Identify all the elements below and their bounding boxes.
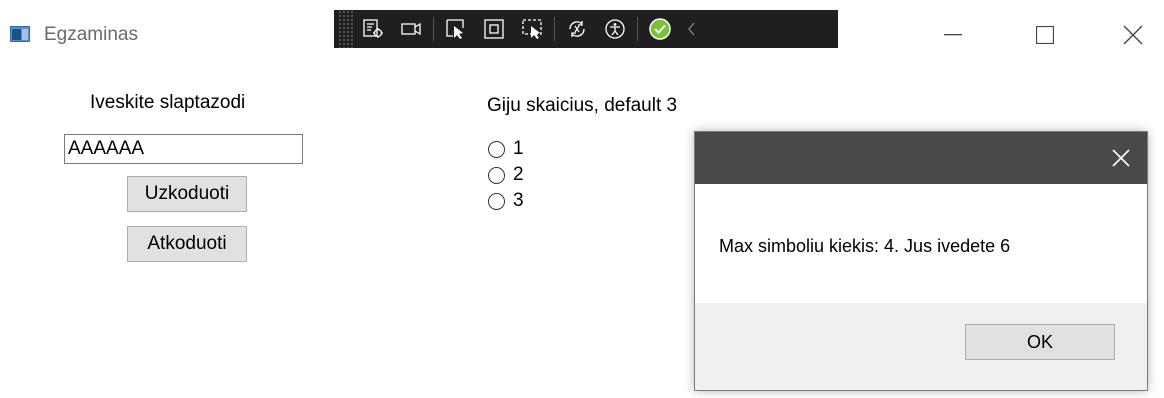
toolbar-separator — [554, 17, 555, 41]
ok-button[interactable]: OK — [965, 324, 1115, 360]
radio-button[interactable] — [488, 192, 505, 210]
video-camera-icon — [401, 22, 421, 36]
radio-option-2[interactable]: 2 — [488, 164, 524, 186]
status-check-button[interactable] — [641, 10, 679, 48]
decode-button[interactable]: Atkoduoti — [127, 226, 247, 262]
close-icon — [1123, 25, 1143, 45]
select-element-button[interactable] — [437, 10, 475, 48]
display-layout-adorners-button[interactable] — [475, 10, 513, 48]
radio-option-3[interactable]: 3 — [488, 190, 524, 212]
radio-label: 2 — [513, 164, 524, 185]
minimize-icon — [944, 34, 962, 36]
hot-reload-icon — [569, 21, 585, 37]
dialog-close-button[interactable] — [1095, 132, 1147, 184]
maximize-button[interactable] — [1022, 18, 1068, 52]
track-focus-icon — [522, 19, 542, 39]
toolbar-grip-handle[interactable] — [338, 10, 354, 48]
select-element-icon — [446, 19, 464, 39]
radio-button[interactable] — [488, 140, 505, 158]
radio-label: 3 — [513, 190, 524, 211]
encode-button[interactable]: Uzkoduoti — [127, 176, 247, 212]
message-box-dialog: Max simboliu kiekis: 4. Jus ivedete 6 OK — [695, 132, 1147, 390]
password-input[interactable] — [64, 134, 303, 164]
radio-label: 1 — [513, 138, 524, 159]
close-icon — [1112, 149, 1130, 167]
radio-button[interactable] — [488, 166, 505, 184]
accessibility-icon — [605, 19, 625, 39]
minimize-button[interactable] — [930, 18, 976, 52]
close-button[interactable] — [1110, 18, 1156, 52]
thread-count-label: Giju skaicius, default 3 — [487, 95, 678, 116]
live-visual-tree-icon — [363, 19, 383, 38]
toolbar-separator — [433, 17, 434, 41]
hot-reload-button[interactable] — [558, 10, 596, 48]
track-focus-button[interactable] — [513, 10, 551, 48]
maximize-icon — [1036, 26, 1054, 44]
dialog-titlebar — [695, 132, 1147, 184]
debug-toolbar — [334, 10, 838, 48]
collapse-toolbar-button[interactable] — [679, 10, 705, 48]
toolbar-separator — [637, 17, 638, 41]
dialog-footer: OK — [695, 303, 1147, 390]
window-title: Egzaminas — [44, 24, 138, 45]
radio-option-1[interactable]: 1 — [488, 138, 524, 160]
accessibility-checker-button[interactable] — [596, 10, 634, 48]
app-icon — [10, 26, 30, 42]
dialog-message: Max simboliu kiekis: 4. Jus ivedete 6 — [719, 236, 1011, 256]
check-status-icon — [649, 18, 671, 40]
display-layout-adorners-icon — [484, 19, 504, 39]
password-label: Iveskite slaptazodi — [90, 92, 246, 113]
live-visual-tree-button[interactable] — [354, 10, 392, 48]
record-video-button[interactable] — [392, 10, 430, 48]
collapse-chevron-icon — [688, 22, 695, 36]
